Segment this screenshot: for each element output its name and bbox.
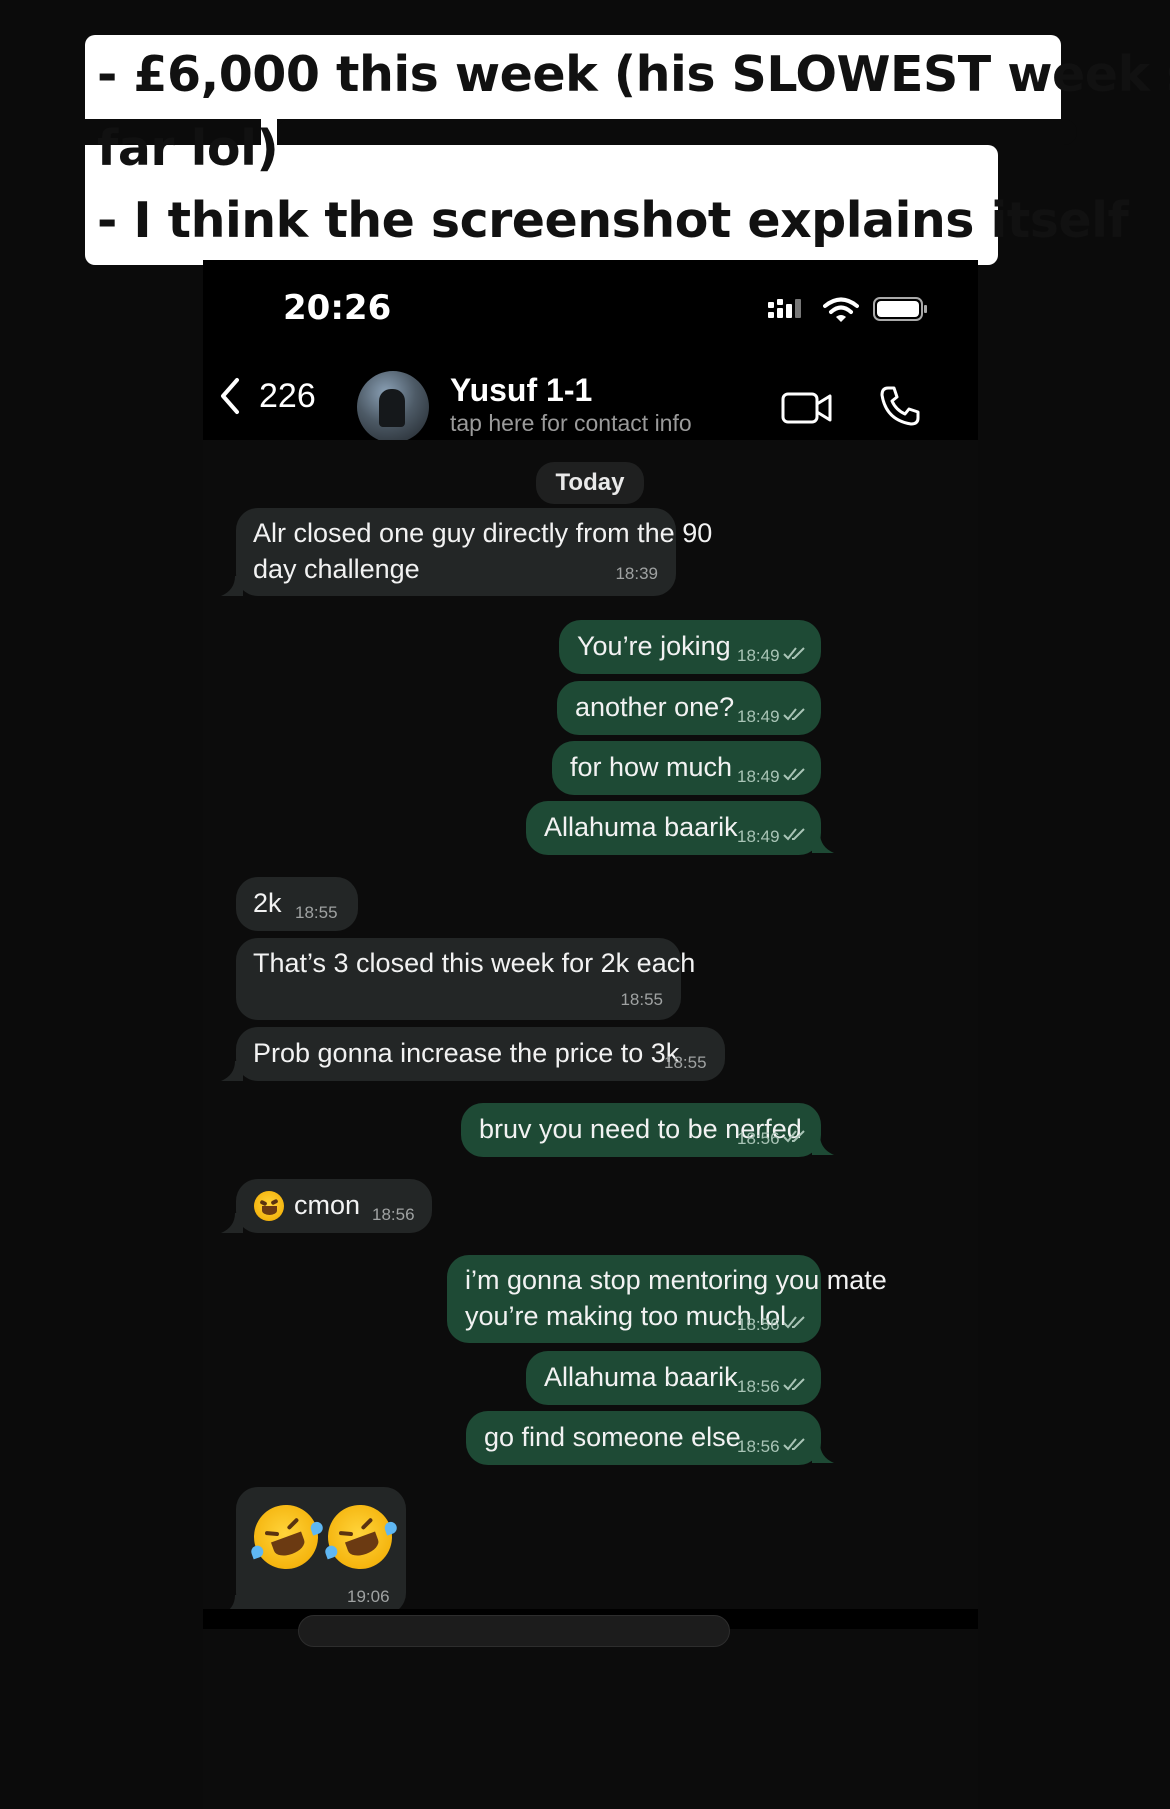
caption-line-1: - £6,000 this week (his SLOWEST week so [85, 35, 1170, 119]
avatar-figure [379, 389, 405, 427]
rofl-emoji-icon [254, 1191, 284, 1221]
chat-area: Today Alr closed one guy directly from t… [203, 440, 978, 1809]
avatar[interactable] [357, 371, 429, 443]
status-time: 20:26 [283, 288, 392, 328]
message-text: You’re joking [577, 631, 731, 661]
message-incoming[interactable]: Prob gonna increase the price to 3k 18:5… [236, 1027, 725, 1081]
message-time: 18:49 [737, 767, 780, 786]
message-text: 2k [253, 888, 282, 918]
read-ticks-icon [783, 1438, 805, 1451]
message-outgoing[interactable]: Allahuma baarik 18:56 [526, 1351, 821, 1405]
caption-gap [277, 119, 1077, 145]
message-text: i’m gonna stop mentoring you mate [465, 1265, 887, 1295]
message-time: 18:56 [737, 1129, 780, 1148]
read-ticks-icon [783, 1130, 805, 1143]
message-input[interactable] [298, 1615, 730, 1647]
read-ticks-icon [783, 1316, 805, 1329]
read-ticks-icon [783, 828, 805, 841]
bubble-tail [221, 1061, 243, 1081]
message-incoming[interactable]: cmon 18:56 [236, 1179, 432, 1233]
message-text: Alr closed one guy directly from the 90 [253, 518, 713, 548]
message-time: 18:56 [737, 1377, 780, 1396]
message-incoming[interactable]: That’s 3 closed this week for 2k each 18… [236, 938, 695, 1020]
status-bar: 20:26 [203, 260, 978, 360]
message-outgoing[interactable]: You’re joking 18:49 [559, 620, 821, 674]
message-text: That’s 3 closed this week for 2k each [253, 948, 696, 978]
message-time: 18:49 [737, 707, 780, 726]
message-time: 18:49 [737, 827, 780, 846]
caption-line-2: far lol) [97, 120, 279, 177]
message-outgoing[interactable]: Allahuma baarik 18:49 [526, 801, 821, 855]
contact-subtitle[interactable]: tap here for contact info [450, 410, 692, 437]
bubble-tail [812, 1135, 834, 1155]
message-text: Allahuma baarik [544, 1362, 738, 1392]
message-incoming[interactable]: 19:06 [236, 1487, 406, 1615]
read-ticks-icon [783, 768, 805, 781]
message-outgoing[interactable]: i’m gonna stop mentoring you mate you’re… [447, 1255, 887, 1343]
message-time: 18:55 [295, 903, 338, 922]
phone-screen: 20:26 226 Yusuf 1-1 tap here for contact… [203, 260, 978, 1809]
bubble-tail [812, 1443, 834, 1463]
message-text: cmon [294, 1190, 361, 1220]
bubble-tail [221, 1213, 243, 1233]
message-text: Prob gonna increase the price to 3k [253, 1038, 680, 1068]
video-call-icon[interactable] [781, 390, 833, 426]
phone-icon[interactable] [878, 384, 922, 428]
message-outgoing[interactable]: bruv you need to be nerfed 18:56 [461, 1103, 821, 1157]
unread-count: 226 [259, 376, 316, 415]
chat-header: 226 Yusuf 1-1 tap here for contact info [203, 348, 978, 448]
message-text: day challenge [253, 554, 420, 584]
message-time: 18:55 [664, 1053, 707, 1072]
message-text: another one? [575, 692, 735, 722]
message-outgoing[interactable]: go find someone else 18:56 [466, 1411, 821, 1465]
signal-icon [768, 299, 801, 318]
message-time: 18:56 [737, 1315, 780, 1334]
rofl-emoji-icon [244, 1495, 328, 1579]
day-label: Today [536, 462, 644, 504]
message-text: go find someone else [484, 1422, 741, 1452]
rofl-emoji-icon [318, 1495, 402, 1579]
compose-bar [203, 1609, 978, 1647]
message-incoming[interactable]: Alr closed one guy directly from the 90 … [236, 508, 712, 596]
read-ticks-icon [783, 1378, 805, 1391]
message-time: 18:39 [615, 564, 658, 583]
chevron-left-icon [221, 378, 239, 414]
message-time: 18:56 [737, 1437, 780, 1456]
back-button[interactable]: 226 [217, 376, 316, 416]
bubble-tail [812, 833, 834, 853]
bubble-tail [221, 576, 243, 596]
wifi-icon [823, 297, 859, 322]
message-text: Allahuma baarik [544, 812, 738, 842]
contact-name[interactable]: Yusuf 1-1 [450, 372, 592, 409]
message-time: 18:56 [372, 1205, 415, 1224]
message-text: for how much [570, 752, 733, 782]
message-time: 18:55 [620, 990, 663, 1009]
message-time: 18:49 [737, 646, 780, 665]
message-outgoing[interactable]: for how much 18:49 [552, 741, 821, 795]
message-outgoing[interactable]: another one? 18:49 [557, 681, 821, 735]
read-ticks-icon [783, 708, 805, 721]
message-time: 19:06 [347, 1587, 390, 1606]
battery-icon [873, 297, 927, 321]
message-incoming[interactable]: 2k 18:55 [236, 877, 358, 931]
read-ticks-icon [783, 647, 805, 660]
